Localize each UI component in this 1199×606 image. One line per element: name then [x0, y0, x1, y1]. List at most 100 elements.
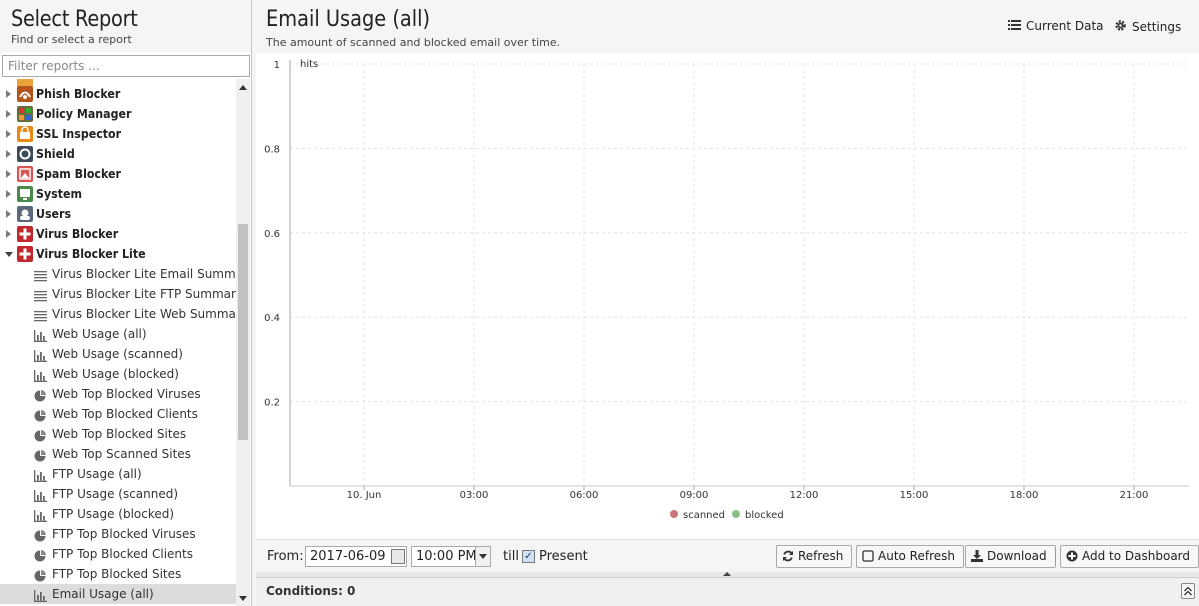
tree-label: SSL Inspector	[36, 127, 122, 141]
tree-category-policy-manager[interactable]: Policy Manager	[0, 104, 236, 124]
tree-report-virus-blocker-lite-ftp-summary[interactable]: Virus Blocker Lite FTP Summary	[0, 284, 236, 304]
report-selector-subtitle: Find or select a report	[11, 33, 132, 46]
scroll-down-arrow-icon[interactable]	[239, 596, 247, 601]
tree-report-web-top-blocked-sites[interactable]: Web Top Blocked Sites	[0, 424, 236, 444]
tree-report-ftp-top-blocked-viruses[interactable]: FTP Top Blocked Viruses	[0, 524, 236, 544]
from-time-value: 10:00 PM	[416, 549, 477, 564]
add-to-dashboard-button[interactable]: Add to Dashboard	[1060, 545, 1199, 568]
gear-icon	[1114, 19, 1127, 31]
download-button[interactable]: Download	[965, 545, 1056, 568]
expand-closed-icon[interactable]	[6, 110, 11, 118]
tree-label: Web Usage (blocked)	[52, 367, 179, 381]
tree-category-virus-blocker-lite[interactable]: Virus Blocker Lite	[0, 244, 236, 264]
download-icon	[971, 548, 983, 562]
tree-report-web-usage-scanned[interactable]: Web Usage (scanned)	[0, 344, 236, 364]
refresh-label: Refresh	[798, 549, 844, 563]
y-tick-label: 0.8	[264, 144, 280, 155]
x-tick-label: 09:00	[680, 490, 709, 501]
till-label: till	[503, 549, 519, 564]
expand-closed-icon[interactable]	[6, 90, 11, 98]
expand-closed-icon[interactable]	[6, 170, 11, 178]
tree-report-virus-blocker-lite-email-summary[interactable]: Virus Blocker Lite Email Summary	[0, 264, 236, 284]
report-tree: Phish Blocker Policy Manager SSL Inspector…	[0, 79, 236, 606]
tree-report-ftp-usage-scanned[interactable]: FTP Usage (scanned)	[0, 484, 236, 504]
auto-refresh-button[interactable]: Auto Refresh	[856, 545, 964, 568]
tree-label: Virus Blocker Lite	[36, 247, 146, 261]
tree-category-phish-blocker[interactable]: Phish Blocker	[0, 84, 236, 104]
present-checkbox[interactable]: ✓	[522, 550, 535, 563]
ssl-inspector-icon	[17, 126, 33, 142]
collapse-arrow-icon[interactable]	[723, 572, 731, 576]
auto-refresh-label: Auto Refresh	[878, 549, 955, 563]
tree-label: Users	[36, 207, 72, 221]
tree-category-ssl-inspector[interactable]: SSL Inspector	[0, 124, 236, 144]
tree-category-shield[interactable]: Shield	[0, 144, 236, 164]
settings-button[interactable]: Settings	[1114, 19, 1181, 35]
tree-label: Phish Blocker	[36, 87, 121, 101]
calendar-icon[interactable]	[391, 549, 405, 564]
bar-chart-icon	[34, 488, 47, 502]
filter-reports-input[interactable]	[2, 55, 250, 77]
tree-report-ftp-usage-all[interactable]: FTP Usage (all)	[0, 464, 236, 484]
tree-report-web-top-blocked-clients[interactable]: Web Top Blocked Clients	[0, 404, 236, 424]
report-header: Email Usage (all) The amount of scanned …	[256, 0, 1199, 53]
pie-chart-icon	[34, 448, 47, 462]
legend-label-scanned: scanned	[683, 510, 725, 521]
policy-manager-icon	[17, 106, 33, 122]
current-data-button[interactable]: Current Data	[1008, 19, 1104, 35]
tree-category-system[interactable]: System	[0, 184, 236, 204]
pie-chart-icon	[34, 428, 47, 442]
from-time-field[interactable]: 10:00 PM	[411, 546, 491, 567]
tree-report-web-usage-all[interactable]: Web Usage (all)	[0, 324, 236, 344]
tree-report-web-usage-blocked[interactable]: Web Usage (blocked)	[0, 364, 236, 384]
report-selector-title: Select Report	[11, 7, 138, 32]
from-date-field[interactable]: 2017-06-09	[305, 546, 407, 567]
tree-report-web-top-blocked-viruses[interactable]: Web Top Blocked Viruses	[0, 384, 236, 404]
expand-closed-icon[interactable]	[6, 230, 11, 238]
tree-label: FTP Usage (all)	[52, 467, 142, 481]
expand-closed-icon[interactable]	[6, 210, 11, 218]
refresh-icon	[782, 548, 794, 562]
tree-label: Web Top Blocked Clients	[52, 407, 198, 421]
pie-chart-icon	[34, 388, 47, 402]
tree-scrollbar[interactable]	[236, 79, 250, 606]
tree-category-virus-blocker[interactable]: Virus Blocker	[0, 224, 236, 244]
report-selector-header: Select Report Find or select a report	[0, 0, 251, 52]
pie-chart-icon	[34, 528, 47, 542]
tree-report-email-usage-all[interactable]: Email Usage (all)	[0, 584, 236, 604]
tree-label: FTP Top Blocked Viruses	[52, 527, 196, 541]
tree-label: Web Top Blocked Sites	[52, 427, 187, 441]
tree-category-spam-blocker[interactable]: Spam Blocker	[0, 164, 236, 184]
scroll-up-arrow-icon[interactable]	[239, 85, 247, 90]
tree-report-ftp-top-blocked-clients[interactable]: FTP Top Blocked Clients	[0, 544, 236, 564]
bar-chart-icon	[34, 468, 47, 482]
tree-report-ftp-top-blocked-sites[interactable]: FTP Top Blocked Sites	[0, 564, 236, 584]
tree-label: Web Usage (all)	[52, 327, 147, 341]
report-panel: Email Usage (all) The amount of scanned …	[256, 0, 1199, 606]
x-tick-label: 06:00	[570, 490, 599, 501]
expand-open-icon[interactable]	[5, 252, 13, 257]
tree-label: FTP Top Blocked Sites	[52, 567, 182, 581]
expand-conditions-icon[interactable]	[1181, 583, 1195, 599]
tree-report-ftp-usage-blocked[interactable]: FTP Usage (blocked)	[0, 504, 236, 524]
expand-closed-icon[interactable]	[6, 130, 11, 138]
refresh-button[interactable]: Refresh	[776, 545, 853, 568]
expand-closed-icon[interactable]	[6, 150, 11, 158]
text-report-icon	[34, 308, 47, 322]
tree-category-users[interactable]: Users	[0, 204, 236, 224]
tree-report-virus-blocker-lite-web-summary[interactable]: Virus Blocker Lite Web Summary	[0, 304, 236, 324]
tree-label: Web Top Scanned Sites	[52, 447, 191, 461]
scrollbar-thumb[interactable]	[238, 224, 248, 440]
x-tick-label: 18:00	[1010, 490, 1039, 501]
time-dropdown-arrow-icon[interactable]	[475, 547, 490, 566]
legend-marker-scanned	[670, 510, 678, 518]
from-label: From:	[267, 549, 304, 564]
tree-label: Virus Blocker	[36, 227, 119, 241]
tree-report-web-top-scanned-sites[interactable]: Web Top Scanned Sites	[0, 444, 236, 464]
tree-label: FTP Top Blocked Clients	[52, 547, 193, 561]
y-tick-label: 0.4	[264, 313, 280, 324]
checkbox-empty-icon	[862, 548, 874, 562]
expand-closed-icon[interactable]	[6, 190, 11, 198]
report-subtitle: The amount of scanned and blocked email …	[266, 36, 561, 49]
plus-circle-icon	[1066, 548, 1078, 562]
